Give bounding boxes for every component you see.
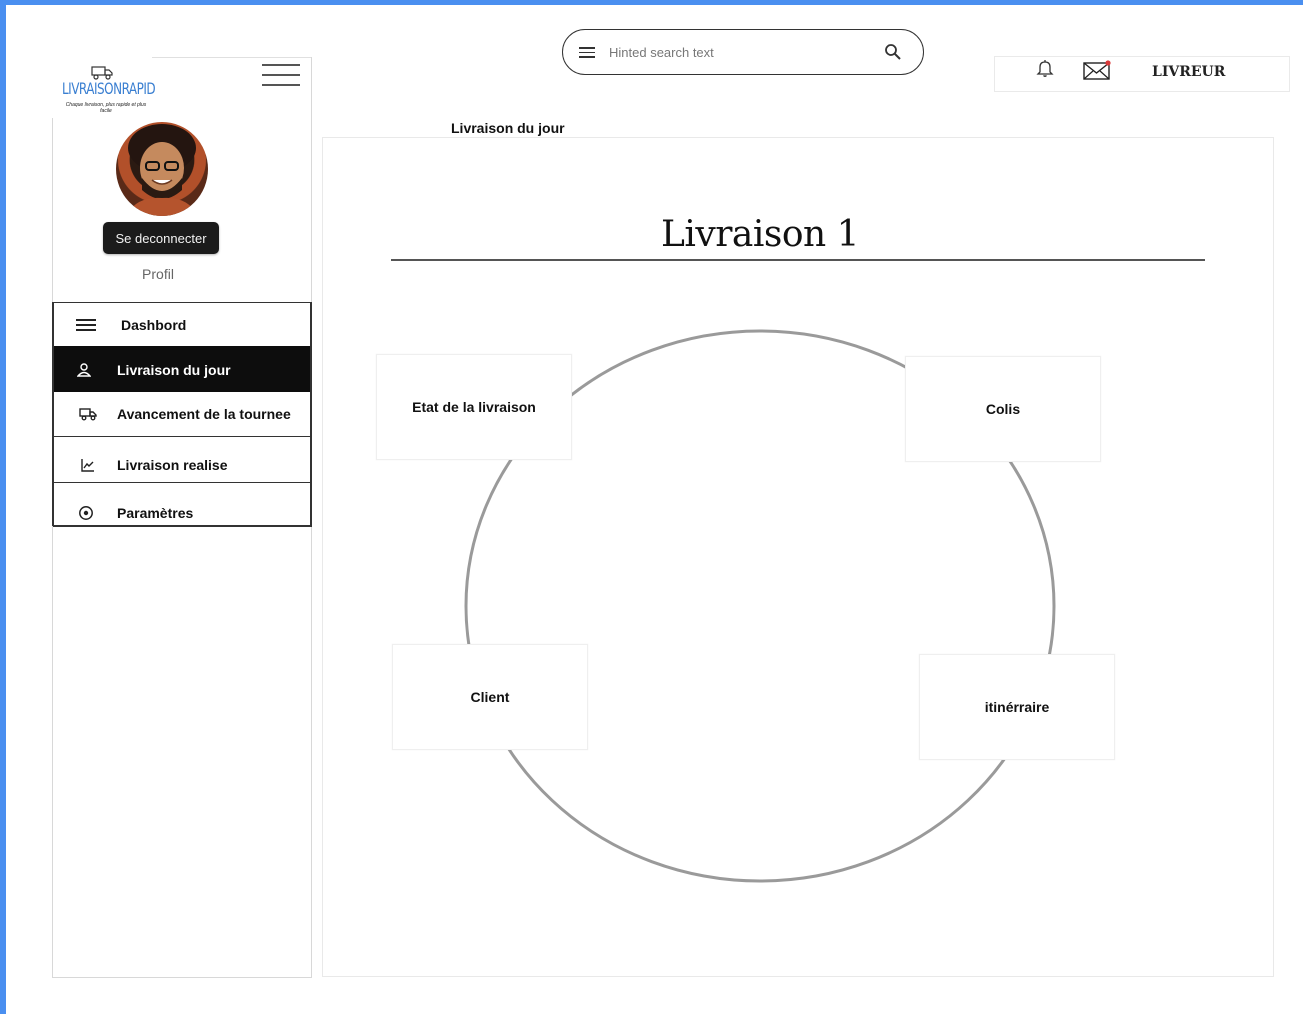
user-icon [71, 361, 97, 379]
sidebar-item-label: Paramètres [117, 504, 194, 521]
brand-logo[interactable]: LIVRAISONRAPID Chaque livraison, plus ra… [60, 60, 156, 118]
brand-tagline: Chaque livraison, plus rapide et plus fa… [65, 102, 147, 114]
window-frame-top [0, 0, 1303, 5]
sidebar-item-avancement[interactable]: Avancement de la tournee [53, 392, 312, 436]
sidebar-item-label: Avancement de la tournee [117, 406, 291, 422]
search-input[interactable] [609, 44, 879, 60]
search-bar [562, 29, 924, 75]
mail-icon[interactable] [1083, 60, 1111, 80]
sidebar-item-livraison-realise[interactable]: Livraison realise [53, 436, 312, 484]
gear-icon [73, 504, 99, 522]
sidebar-toggle-menu-icon[interactable] [262, 62, 300, 88]
sidebar-item-dashbord[interactable]: Dashbord [53, 302, 312, 346]
brand-name: LIVRAISONRAPID [62, 79, 156, 99]
page-title: Livraison du jour [451, 120, 565, 136]
nav-border-right [310, 302, 312, 526]
bell-icon[interactable] [1036, 58, 1054, 78]
sidebar-item-livraison-du-jour[interactable]: Livraison du jour [53, 346, 312, 392]
sidebar-top-border [152, 57, 312, 58]
search-menu-icon[interactable] [579, 46, 595, 58]
avatar-portrait-icon [126, 124, 198, 216]
chart-icon [75, 456, 101, 474]
card-etat-livraison[interactable]: Etat de la livraison [376, 354, 572, 460]
card-client[interactable]: Client [392, 644, 588, 750]
search-icon[interactable] [883, 42, 903, 62]
truck-icon [75, 405, 101, 423]
card-itineraire[interactable]: itinérraire [919, 654, 1115, 760]
truck-logo-icon [91, 66, 113, 80]
sidebar-right-border [311, 57, 312, 119]
sidebar-item-label: Livraison realise [117, 456, 228, 473]
sidebar-item-label: Dashbord [121, 316, 187, 333]
nav-border-left [52, 302, 54, 526]
card-colis[interactable]: Colis [905, 356, 1101, 462]
user-role-label[interactable]: LIVREUR [1152, 64, 1225, 80]
menu-icon [73, 316, 99, 334]
sidebar-item-parametres[interactable]: Paramètres [53, 482, 312, 526]
avatar[interactable] [116, 122, 208, 216]
window-frame-left [0, 0, 6, 1014]
profile-link[interactable]: Profil [112, 266, 204, 282]
nav-border-bottom [53, 525, 312, 527]
title-divider [391, 259, 1205, 261]
logout-button[interactable]: Se deconnecter [103, 222, 219, 254]
delivery-title: Livraison 1 [660, 214, 860, 255]
sidebar-item-label: Livraison du jour [117, 361, 231, 378]
